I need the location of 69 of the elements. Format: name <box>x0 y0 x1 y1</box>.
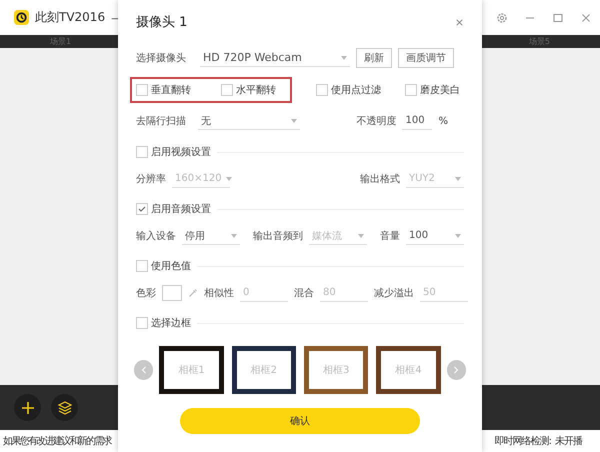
frame-thumbnail[interactable]: 相框4 <box>376 346 441 394</box>
dialog-button[interactable]: 画质调节 <box>398 48 454 68</box>
scene-tab[interactable]: 场景1 <box>0 35 122 48</box>
checkbox[interactable] <box>136 260 148 272</box>
layers-button[interactable] <box>51 394 78 421</box>
caret-icon <box>291 118 297 122</box>
next-button[interactable] <box>446 360 466 380</box>
checkbox-label: 使用点过滤 <box>331 84 381 97</box>
check-icon <box>137 204 147 214</box>
section-label: 启用音频设置 <box>151 202 211 216</box>
color-swatch[interactable] <box>162 285 182 301</box>
field-label: 音量 <box>380 230 400 243</box>
eyedropper-icon[interactable] <box>188 288 198 298</box>
network-status-label: 即时网络检测: <box>494 434 551 448</box>
field-label: 去隔行扫描 <box>136 114 186 128</box>
frame-thumbnail[interactable]: 相框2 <box>232 346 296 394</box>
checkbox-label: 垂直翻转 <box>151 84 191 97</box>
field-label: 选择摄像头 <box>136 52 186 65</box>
confirm-button[interactable]: 确认 <box>180 408 420 434</box>
app-title: 此刻TV2016 <box>35 9 106 26</box>
caret-icon <box>341 56 347 60</box>
opacity-input[interactable]: 100 <box>402 112 432 130</box>
checkbox[interactable] <box>136 84 148 96</box>
section-label: 使用色值 <box>151 260 191 273</box>
add-button[interactable] <box>14 394 41 421</box>
field-label: 输出格式 <box>360 172 400 186</box>
checkbox-label: 磨皮美白 <box>420 84 460 97</box>
dropdown[interactable]: 停用 <box>182 227 240 245</box>
caret-icon <box>358 234 364 238</box>
caret-icon <box>455 234 461 238</box>
maximize-icon[interactable] <box>552 12 564 24</box>
deinterlace-select[interactable]: 无 <box>198 112 300 130</box>
field-label: 相似性 <box>204 286 234 300</box>
layers-icon <box>56 400 72 416</box>
frame-thumbnail[interactable]: 相框3 <box>304 346 368 394</box>
checkbox[interactable] <box>405 84 417 96</box>
network-status-value: 未开播 <box>555 434 582 448</box>
unit-label: % <box>438 116 448 126</box>
section-label: 选择边框 <box>151 316 191 330</box>
checkbox[interactable] <box>221 84 233 96</box>
scene-tab[interactable]: 场景5 <box>478 35 600 48</box>
checkbox[interactable] <box>316 84 328 96</box>
field-label: 减少溢出 <box>374 286 414 300</box>
plus-icon <box>20 400 36 416</box>
field-label: 混合 <box>294 287 314 300</box>
close-icon[interactable] <box>580 12 592 24</box>
caret-icon <box>231 234 237 238</box>
field-label: 分辨率 <box>136 172 166 186</box>
dropdown[interactable]: 100 <box>406 227 464 245</box>
frame-thumbnail[interactable]: 相框1 <box>159 346 224 394</box>
checkbox-label: 水平翻转 <box>236 84 276 97</box>
field-label: 输入设备 <box>136 230 176 243</box>
field-label: 输出音频到 <box>253 230 303 243</box>
dialog-button[interactable]: 刷新 <box>356 48 392 68</box>
previous-button[interactable] <box>134 360 154 380</box>
dialog-title: 摄像头 1 <box>136 14 188 31</box>
app-logo-icon <box>14 10 29 25</box>
caret-icon <box>455 176 461 180</box>
checkbox[interactable] <box>136 203 148 215</box>
settings-icon[interactable] <box>496 12 508 24</box>
checkbox[interactable] <box>136 317 148 329</box>
field-label: 不透明度 <box>356 114 396 128</box>
camera-select[interactable]: HD 720P Webcam <box>200 49 350 67</box>
caret-icon <box>226 176 232 180</box>
checkbox[interactable] <box>136 146 148 158</box>
status-message: 如果您有改进建议和新的需求 <box>3 434 111 448</box>
close-icon[interactable] <box>455 18 464 26</box>
field-label: 色彩 <box>136 287 156 300</box>
section-label: 启用视频设置 <box>151 146 211 159</box>
